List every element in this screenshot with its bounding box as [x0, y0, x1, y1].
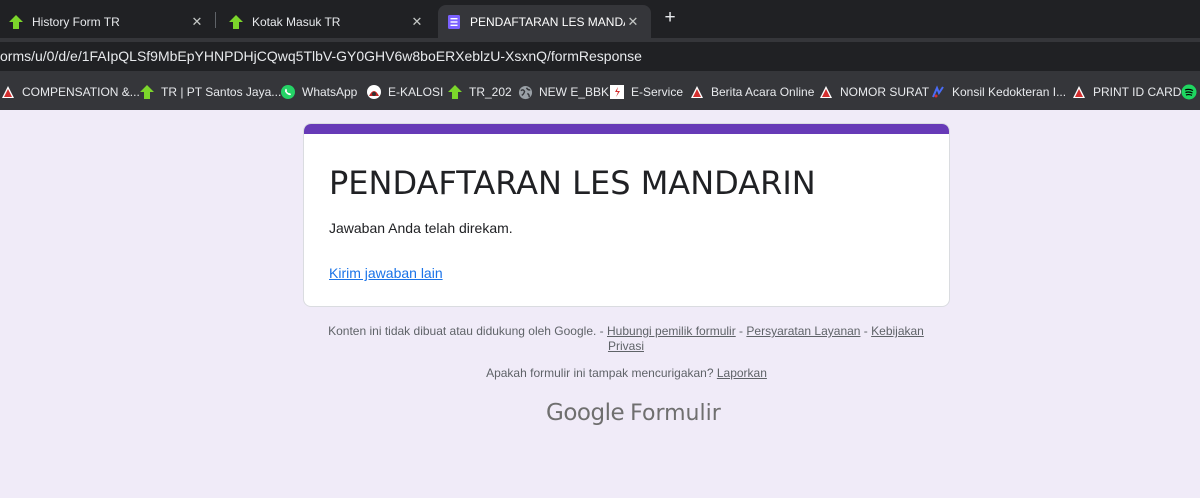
- close-icon[interactable]: ✕: [625, 14, 641, 30]
- close-icon[interactable]: ✕: [409, 14, 425, 30]
- red-triangle-icon: [1071, 84, 1087, 100]
- tab-history-form-tr[interactable]: History Form TR ✕: [0, 5, 215, 38]
- bookmark-konsil-kedokteran[interactable]: Konsil Kedokteran I...: [930, 83, 1066, 101]
- eservice-icon: [609, 84, 625, 100]
- tab-pendaftaran-les-mandarin[interactable]: PENDAFTARAN LES MANDARIN ✕: [438, 5, 651, 38]
- bookmark-label: PRINT ID CARD: [1093, 85, 1182, 99]
- form-footer-disclaimer: Konten ini tidak dibuat atau didukung ol…: [320, 324, 932, 354]
- bookmark-e-service[interactable]: E-Service: [609, 83, 683, 101]
- new-tab-button[interactable]: +: [660, 8, 680, 28]
- bookmark-label: NOMOR SURAT: [840, 85, 930, 99]
- report-link[interactable]: Laporkan: [717, 366, 767, 380]
- submit-another-response-link[interactable]: Kirim jawaban lain: [329, 265, 443, 281]
- bookmark-print-id-card[interactable]: PRINT ID CARD: [1071, 83, 1181, 101]
- contact-owner-link[interactable]: Hubungi pemilik formulir: [607, 324, 736, 338]
- tab-label: PENDAFTARAN LES MANDARIN: [470, 14, 625, 29]
- suspicious-question: Apakah formulir ini tampak mencurigakan?: [486, 366, 717, 380]
- tab-kotak-masuk-tr[interactable]: Kotak Masuk TR ✕: [220, 5, 435, 38]
- bookmark-e-kalosi[interactable]: E-KALOSI: [366, 83, 443, 101]
- address-bar-row: orms/u/0/d/e/1FAIpQLSf9MbEpYHNPDHjCQwq5T…: [0, 38, 1200, 74]
- separator: -: [735, 324, 747, 338]
- bookmark-label: TR | PT Santos Jaya...: [161, 85, 282, 99]
- bookmark-label: TR_202: [469, 85, 512, 99]
- bookmark-label: COMPENSATION &...: [22, 85, 140, 99]
- bookmark-label: E-Service: [631, 85, 684, 99]
- browser-tab-strip: History Form TR ✕ Kotak Masuk TR ✕ PENDA…: [0, 0, 1200, 38]
- bookmark-tr-202[interactable]: TR_202: [447, 83, 512, 101]
- konsil-icon: [930, 84, 946, 100]
- bookmark-new-e-bbk[interactable]: NEW E_BBK: [517, 83, 609, 101]
- address-bar-url[interactable]: orms/u/0/d/e/1FAIpQLSf9MbEpYHNPDHjCQwq5T…: [0, 42, 1200, 71]
- close-icon[interactable]: ✕: [189, 14, 205, 30]
- bookmark-berita-acara-online[interactable]: Berita Acara Online: [689, 83, 814, 101]
- report-abuse-line: Apakah formulir ini tampak mencurigakan?…: [303, 366, 950, 380]
- form-accent-bar: [304, 124, 949, 134]
- bookmark-compensation[interactable]: COMPENSATION &...: [0, 83, 140, 101]
- terms-of-service-link[interactable]: Persyaratan Layanan: [746, 324, 860, 338]
- bookmark-label: WhatsApp: [302, 85, 358, 99]
- green-up-arrow-icon: [8, 14, 24, 30]
- red-triangle-icon: [0, 84, 16, 100]
- green-up-arrow-icon: [447, 84, 463, 100]
- bookmark-whatsapp[interactable]: WhatsApp: [280, 83, 357, 101]
- tab-label: Kotak Masuk TR: [252, 14, 341, 29]
- disclaimer-text: Konten ini tidak dibuat atau didukung ol…: [328, 324, 607, 338]
- bookmark-label: NEW E_BBK: [539, 85, 610, 99]
- green-up-arrow-icon: [228, 14, 244, 30]
- bookmark-label: Berita Acara Online: [711, 85, 815, 99]
- green-up-arrow-icon: [139, 84, 155, 100]
- form-confirmation-card: PENDAFTARAN LES MANDARIN Jawaban Anda te…: [303, 123, 950, 307]
- ekalosi-icon: [366, 84, 382, 100]
- bookmark-label: E-KALOSI: [388, 85, 444, 99]
- bookmarks-bar: COMPENSATION &... TR | PT Santos Jaya...…: [0, 74, 1200, 110]
- whatsapp-icon: [280, 84, 296, 100]
- spotify-icon: [1181, 84, 1197, 100]
- red-triangle-icon: [818, 84, 834, 100]
- tab-label: History Form TR: [32, 14, 120, 29]
- google-wordmark: Google: [546, 400, 625, 426]
- google-forms-logo[interactable]: Google Formulir: [546, 400, 721, 430]
- confirmation-message: Jawaban Anda telah direkam.: [329, 220, 513, 236]
- forms-wordmark: Formulir: [630, 401, 721, 426]
- google-forms-icon: [446, 14, 462, 30]
- red-triangle-icon: [689, 84, 705, 100]
- bookmark-tr-santos-jaya[interactable]: TR | PT Santos Jaya...: [139, 83, 281, 101]
- bookmark-nomor-surat[interactable]: NOMOR SURAT: [818, 83, 929, 101]
- bookmark-spotify[interactable]: [1181, 83, 1200, 101]
- globe-icon: [517, 84, 533, 100]
- tab-divider: [215, 12, 216, 28]
- bookmark-label: Konsil Kedokteran I...: [952, 85, 1067, 99]
- separator: -: [860, 324, 872, 338]
- form-title: PENDAFTARAN LES MANDARIN: [329, 164, 816, 202]
